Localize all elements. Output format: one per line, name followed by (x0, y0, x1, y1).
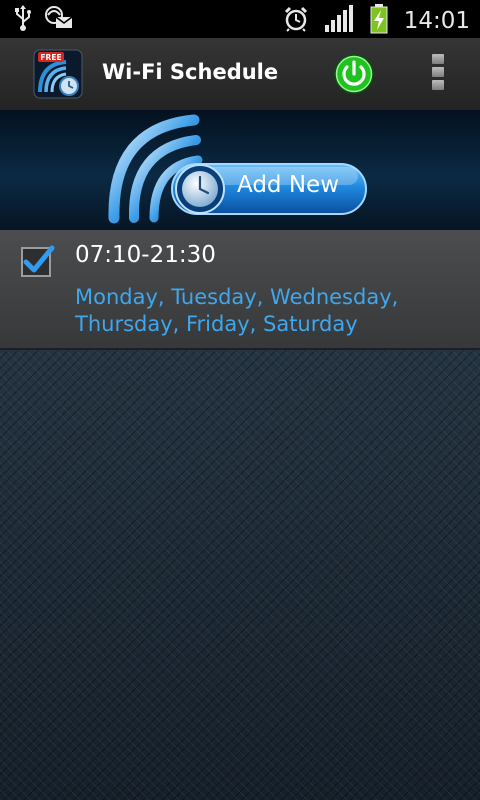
notification-icon (44, 5, 74, 35)
add-new-label[interactable]: Add New (237, 172, 339, 198)
app-icon-badge: FREE (40, 53, 61, 62)
app-icon: FREE (32, 48, 84, 100)
schedule-days: Monday, Tuesday, Wednesday, Thursday, Fr… (75, 285, 399, 336)
list-background (0, 350, 480, 800)
overflow-menu-button[interactable] (430, 54, 446, 94)
app-title: Wi-Fi Schedule (102, 60, 279, 84)
checkmark-icon (21, 245, 55, 277)
signal-icon (324, 5, 354, 37)
clock-icon (175, 164, 225, 214)
overflow-menu-icon (432, 54, 444, 64)
screen: 14:01 FREE Wi-Fi Schedule Add New 07:10-… (0, 0, 480, 800)
battery-charging-icon (370, 4, 388, 38)
power-icon (334, 54, 374, 94)
power-button[interactable] (333, 53, 375, 95)
list-item[interactable]: 07:10-21:30 Monday, Tuesday, Wednesday, … (0, 230, 480, 350)
usb-icon (14, 5, 32, 35)
clock: 14:01 (403, 8, 470, 34)
status-bar: 14:01 (0, 0, 480, 38)
schedule-enabled-checkbox[interactable] (20, 242, 56, 278)
schedule-time-range: 07:10-21:30 (75, 242, 216, 268)
add-new-banner (0, 110, 480, 230)
action-bar: FREE Wi-Fi Schedule (0, 38, 480, 111)
alarm-icon (284, 6, 308, 36)
